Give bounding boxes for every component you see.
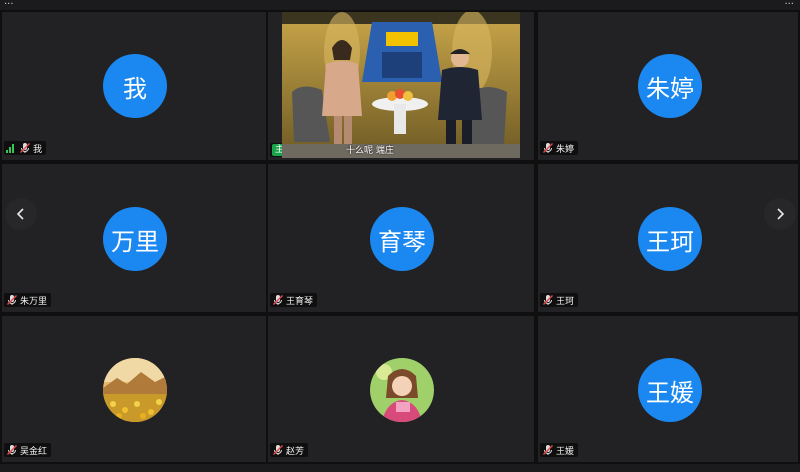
participant-tile-zhaofang[interactable]: 赵芳 bbox=[268, 316, 534, 462]
participant-name-bar: 王珂 bbox=[540, 293, 579, 307]
mic-muted-icon bbox=[273, 445, 283, 455]
prev-page-button[interactable] bbox=[5, 198, 37, 230]
participant-name-bar: 赵芳 bbox=[270, 443, 309, 457]
participant-name-bar: 朱婷 bbox=[540, 141, 579, 155]
avatar: 朱婷 bbox=[638, 54, 702, 118]
mic-muted-icon bbox=[7, 445, 17, 455]
chevron-right-icon bbox=[777, 208, 785, 220]
meeting-title: ... bbox=[4, 0, 14, 7]
signal-icon bbox=[6, 143, 14, 153]
avatar: 我 bbox=[103, 54, 167, 118]
participant-tile-yuqin[interactable]: 育琴 王育琴 bbox=[268, 164, 534, 312]
participant-tile-me[interactable]: 我 我 bbox=[2, 12, 266, 160]
mic-muted-icon bbox=[273, 295, 283, 305]
participant-name-bar: 吴金红 bbox=[4, 443, 52, 457]
layout-toggle[interactable]: ... bbox=[784, 0, 794, 7]
participant-name: 王珂 bbox=[556, 296, 575, 307]
mic-muted-icon bbox=[20, 143, 30, 153]
avatar-photo bbox=[370, 358, 434, 422]
avatar: 王媛 bbox=[638, 358, 702, 422]
avatar: 育琴 bbox=[370, 207, 434, 271]
participant-name-bar: 王媛 bbox=[540, 443, 579, 457]
participant-name-bar: 我 bbox=[4, 141, 47, 155]
participant-name-bar: 朱万里 bbox=[4, 293, 52, 307]
shared-video: 十么呢 端庄 bbox=[282, 12, 520, 158]
portrait-photo-icon bbox=[370, 358, 434, 422]
participant-name: 王育琴 bbox=[286, 296, 314, 307]
participant-name: 朱婷 bbox=[556, 144, 575, 155]
bottom-bar bbox=[0, 464, 800, 472]
video-subtitle: 十么呢 端庄 bbox=[346, 146, 394, 156]
participant-name: 我 bbox=[33, 144, 43, 155]
participant-name: 赵芳 bbox=[286, 446, 305, 457]
participant-tile-zhuting[interactable]: 朱婷 朱婷 bbox=[538, 12, 798, 160]
top-bar: ... ... bbox=[0, 0, 800, 10]
avatar-photo bbox=[103, 358, 167, 422]
participant-name: 朱万里 bbox=[20, 296, 48, 307]
tv-studio-image bbox=[282, 12, 520, 158]
next-page-button[interactable] bbox=[764, 198, 796, 230]
chevron-left-icon bbox=[16, 208, 24, 220]
participant-tile-wangke[interactable]: 王珂 王珂 bbox=[538, 164, 798, 312]
participant-tile-wujinhong[interactable]: 吴金红 bbox=[2, 316, 266, 462]
participant-tile-wangyuan[interactable]: 王媛 王媛 bbox=[538, 316, 798, 462]
mic-muted-icon bbox=[543, 445, 553, 455]
avatar: 王珂 bbox=[638, 207, 702, 271]
landscape-photo-icon bbox=[103, 358, 167, 422]
participant-name-bar: 王育琴 bbox=[270, 293, 318, 307]
mic-muted-icon bbox=[543, 295, 553, 305]
mic-muted-icon bbox=[7, 295, 17, 305]
participant-name: 吴金红 bbox=[20, 446, 48, 457]
avatar: 万里 bbox=[103, 207, 167, 271]
participant-tile-wanli[interactable]: 万里 朱万里 bbox=[2, 164, 266, 312]
participant-name: 王媛 bbox=[556, 446, 575, 457]
mic-muted-icon bbox=[543, 143, 553, 153]
